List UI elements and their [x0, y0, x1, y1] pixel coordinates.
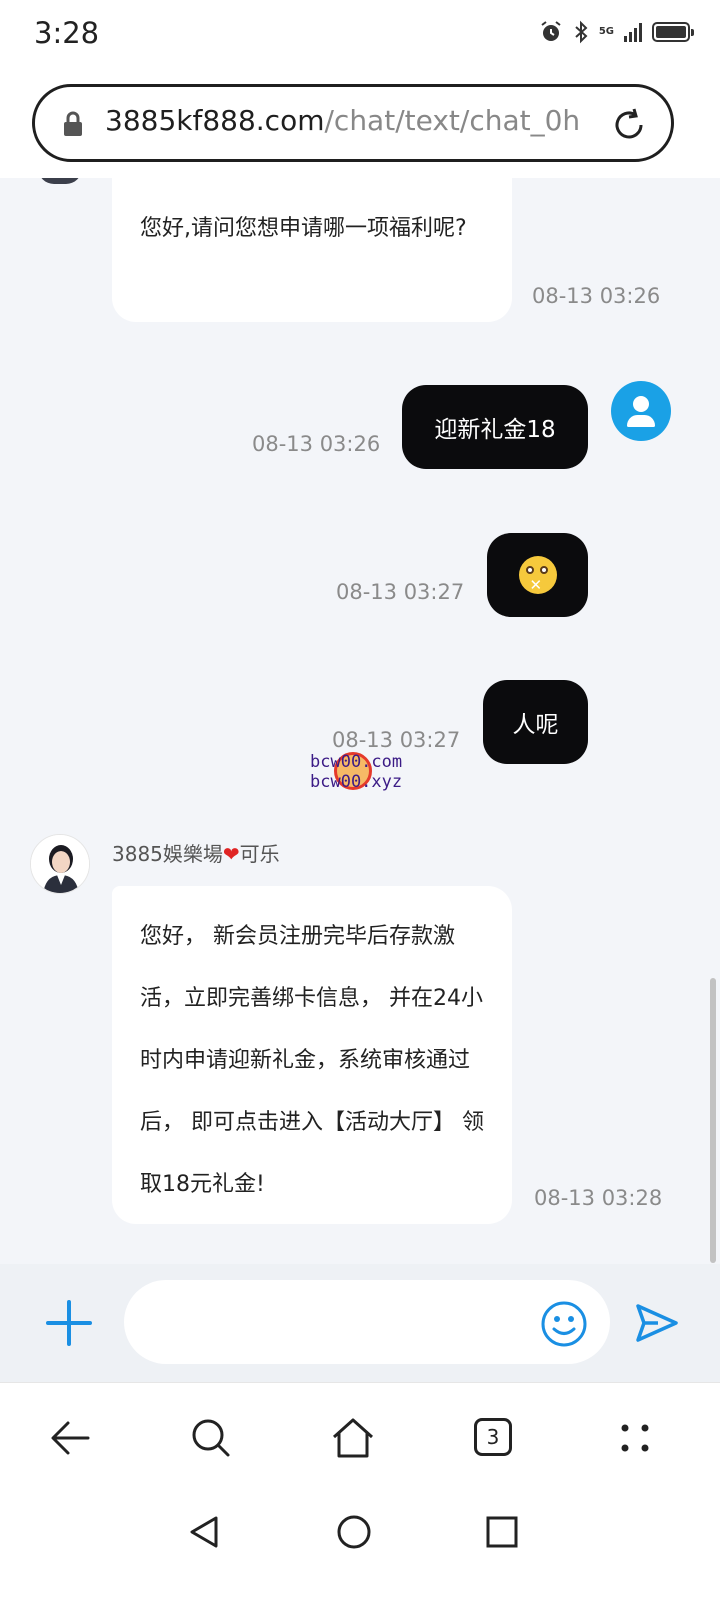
message-text: 人呢 — [512, 712, 559, 738]
watermark-line: bcw00.xyz — [310, 772, 403, 792]
agent-name-suffix: 可乐 — [239, 842, 280, 866]
alarm-icon — [541, 21, 561, 41]
agent-name: 3885娛樂場❤可乐 — [112, 838, 280, 867]
user-message-bubble[interactable]: 人呢 — [483, 680, 588, 764]
agent-name-text: 3885娛樂場 — [112, 842, 223, 866]
address-bar[interactable]: 3885kf888.com/chat/text/chat_0h — [32, 84, 674, 162]
message-text: 您好,请问您想申请哪一项福利呢? — [140, 216, 467, 241]
message-timestamp: 08-13 03:26 — [532, 284, 661, 308]
reload-icon[interactable] — [609, 105, 649, 145]
message-timestamp: 08-13 03:27 — [336, 580, 465, 604]
battery-icon — [652, 22, 694, 42]
send-icon[interactable] — [634, 1300, 680, 1346]
status-time: 3:28 — [34, 16, 100, 50]
message-timestamp: 08-13 03:26 — [252, 432, 381, 456]
heart-icon: ❤ — [222, 842, 240, 866]
lock-icon — [64, 111, 82, 136]
message-input[interactable] — [124, 1280, 610, 1364]
emoji-icon[interactable] — [540, 1300, 588, 1348]
system-navigation-bar — [0, 1492, 720, 1600]
bluetooth-icon — [575, 20, 588, 44]
watermark-line: bcw00.com — [310, 752, 403, 772]
browser-toolbar: 3 — [0, 1382, 720, 1492]
message-text: 迎新礼金18 — [434, 417, 556, 443]
chat-message-list[interactable]: 您好,请问您想申请哪一项福利呢? 08-13 03:26 迎新礼金18 08-1… — [0, 178, 720, 1264]
agent-avatar — [30, 834, 90, 894]
signal-icon — [624, 22, 642, 42]
network-type-label: 5G — [598, 26, 614, 37]
system-recents-icon[interactable] — [484, 1514, 520, 1550]
browser-address-area: 3885kf888.com/chat/text/chat_0h — [0, 72, 720, 178]
system-back-icon[interactable] — [184, 1512, 224, 1552]
chat-input-bar — [0, 1264, 720, 1382]
tabs-button[interactable]: 3 — [474, 1418, 512, 1456]
message-timestamp: 08-13 03:27 — [332, 728, 461, 752]
plus-icon[interactable] — [46, 1300, 92, 1346]
url-text[interactable]: 3885kf888.com/chat/text/chat_0h — [105, 104, 595, 137]
home-icon[interactable] — [330, 1415, 376, 1461]
watermark: bcw00.com bcw00.xyz — [310, 752, 402, 792]
url-host: 3885kf888.com — [105, 104, 325, 137]
user-avatar — [611, 381, 671, 441]
agent-message-bubble[interactable]: 您好， 新会员注册完毕后存款激活，立即完善绑卡信息， 并在24小时内申请迎新礼金… — [112, 886, 512, 1224]
agent-message-bubble[interactable]: 您好,请问您想申请哪一项福利呢? — [112, 178, 512, 322]
message-timestamp: 08-13 03:28 — [534, 1186, 663, 1210]
search-icon[interactable] — [188, 1415, 234, 1461]
user-message-bubble[interactable]: 迎新礼金18 — [402, 385, 588, 469]
message-text: 您好， 新会员注册完毕后存款激活，立即完善绑卡信息， 并在24小时内申请迎新礼金… — [140, 924, 484, 1197]
zipper-mouth-face-icon: ✕ — [518, 556, 557, 594]
status-icons: 5G — [539, 20, 694, 44]
back-arrow-icon[interactable] — [48, 1415, 94, 1461]
status-bar: 3:28 5G — [0, 0, 720, 72]
chat-scrollbar[interactable] — [710, 978, 716, 1263]
user-emoji-bubble[interactable]: ✕ — [487, 533, 588, 617]
url-path: /chat/text/chat_0h — [324, 104, 581, 137]
agent-avatar-partial — [38, 178, 82, 184]
system-home-icon[interactable] — [334, 1512, 374, 1552]
more-menu-icon[interactable] — [612, 1415, 658, 1461]
